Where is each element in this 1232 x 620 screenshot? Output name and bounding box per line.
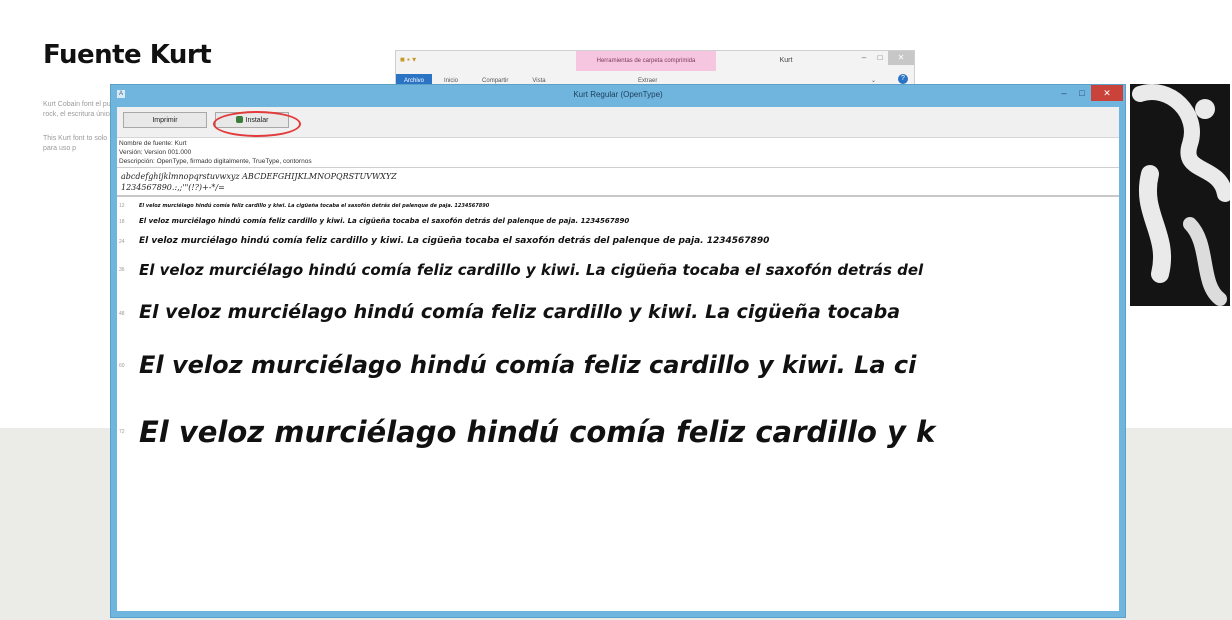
font-description-line: Descripción: OpenType, firmado digitalme… (119, 158, 312, 165)
sample-size: 12 (119, 203, 125, 209)
install-button[interactable]: Instalar (215, 112, 289, 128)
install-button-label: Instalar (245, 117, 269, 124)
sample-size: 48 (119, 311, 125, 317)
viewer-titlebar[interactable]: A Kurt Regular (OpenType) – □ ✕ (111, 85, 1125, 105)
sample-text: El veloz murciélago hindú comía feliz ca… (139, 236, 770, 246)
sample-size: 72 (119, 429, 125, 435)
shield-icon (235, 116, 243, 123)
viewer-content: Imprimir Instalar Nombre de fuente: Kurt… (117, 107, 1119, 611)
sample-size: 36 (119, 267, 125, 273)
divider (117, 167, 1119, 168)
minimize-icon[interactable]: – (1055, 85, 1073, 101)
page-title: Fuente Kurt (43, 40, 212, 70)
font-version-line: Versión: Version 001.000 (119, 149, 192, 156)
sample-size: 60 (119, 363, 125, 369)
close-icon[interactable]: ✕ (888, 51, 914, 65)
folder-icon[interactable]: ■ ▪ ▾ (400, 55, 416, 64)
charset-digits: 1234567890.:,;'"(!?)+-*/= (121, 183, 225, 192)
sample-text: El veloz murciélago hindú comía feliz ca… (139, 217, 630, 225)
sample-size: 18 (119, 219, 125, 225)
compressed-folder-tools-tab[interactable]: Herramientas de carpeta comprimida (576, 51, 716, 71)
sample-text: El veloz murciélago hindú comía feliz ca… (139, 301, 901, 323)
maximize-icon[interactable]: □ (1073, 85, 1091, 101)
font-viewer-window: A Kurt Regular (OpenType) – □ ✕ Imprimir… (110, 84, 1126, 618)
font-info: Nombre de fuente: Kurt Versión: Version … (119, 139, 312, 166)
font-name-line: Nombre de fuente: Kurt (119, 140, 187, 147)
viewer-title: Kurt Regular (OpenType) (573, 90, 663, 99)
help-icon[interactable]: ? (898, 74, 908, 84)
character-set: abcdefghijklmnopqrstuvwxyz ABCDEFGHIJKLM… (121, 171, 397, 193)
divider (117, 195, 1119, 197)
minimize-icon[interactable]: – (856, 51, 872, 65)
explorer-title: Kurt (779, 57, 793, 64)
sample-size: 24 (119, 239, 125, 245)
viewer-window-controls: – □ ✕ (1055, 85, 1123, 101)
sample-text: El veloz murciélago hindú comía feliz ca… (139, 261, 924, 279)
sample-text: El veloz murciélago hindú comía feliz ca… (139, 351, 917, 379)
close-icon[interactable]: ✕ (1091, 85, 1123, 101)
sample-text: El veloz murciélago hindú comía feliz ca… (139, 415, 936, 449)
viewer-toolbar: Imprimir Instalar (117, 107, 1119, 138)
maximize-icon[interactable]: □ (872, 51, 888, 65)
print-button[interactable]: Imprimir (123, 112, 207, 128)
charset-letters: abcdefghijklmnopqrstuvwxyz ABCDEFGHIJKLM… (121, 172, 397, 181)
explorer-window-controls: – □ ✕ (856, 51, 914, 65)
font-sample-graphic (1132, 84, 1230, 306)
quick-access-toolbar: ■ ▪ ▾ Herramientas de carpeta comprimida… (396, 51, 914, 71)
sample-text: El veloz murciélago hindú comía feliz ca… (139, 203, 490, 209)
font-sample-photo (1130, 84, 1230, 306)
